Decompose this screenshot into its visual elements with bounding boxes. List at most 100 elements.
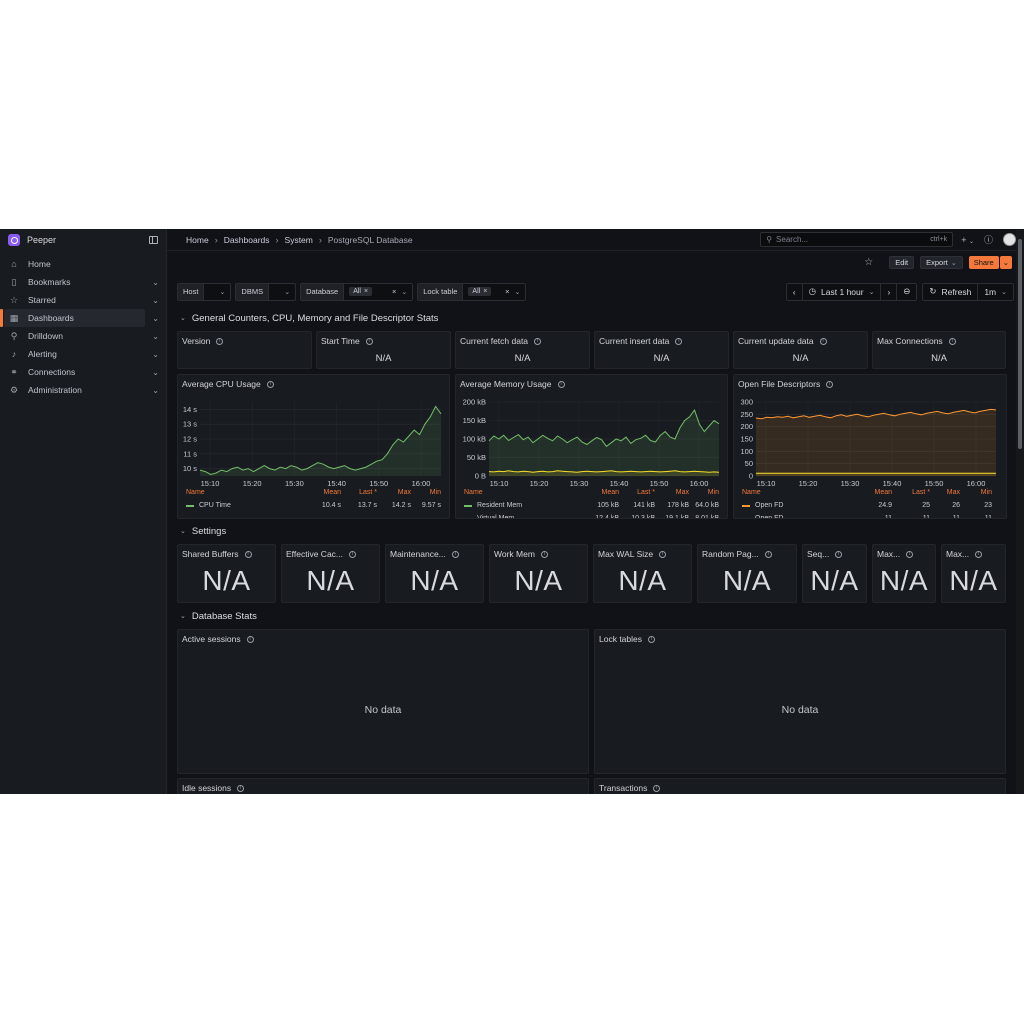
row-general[interactable]: ⌄ General Counters, CPU, Memory and File… — [180, 311, 438, 325]
info-icon[interactable]: i — [534, 337, 542, 345]
legend-header-mean[interactable]: Mean — [858, 489, 892, 496]
legend-header-last[interactable]: Last * — [341, 489, 377, 496]
info-icon[interactable]: i — [906, 550, 914, 558]
scrollbar-thumb[interactable] — [1018, 239, 1022, 449]
stat-panel[interactable]: Start Time i N/A — [316, 331, 451, 369]
legend-row[interactable]: CPU Time 10.4 s 13.7 s 14.2 s 9.57 s — [186, 499, 441, 512]
info-icon[interactable]: i — [835, 550, 843, 558]
stat-panel[interactable]: Version i — [177, 331, 312, 369]
lock-table-chip[interactable]: All × — [468, 287, 492, 296]
chevron-down-icon[interactable]: ⌄ — [152, 350, 159, 359]
info-icon[interactable]: i — [975, 550, 983, 558]
refresh-interval-select[interactable]: 1m ⌄ — [977, 283, 1013, 300]
sidebar-item-alerting[interactable]: ♪ Alerting ⌄ — [0, 345, 159, 363]
legend-header-max[interactable]: Max — [930, 489, 960, 496]
chart-panel[interactable]: Average CPU Usage i 10 s 11 s 12 s 13 s 14 s 15… — [177, 374, 450, 519]
setting-stat-panel[interactable]: Effective Cac... i N/A — [281, 544, 380, 603]
legend-header-min[interactable]: Min — [689, 489, 719, 496]
legend-row[interactable]: Open FD 24.9 25 26 23 — [742, 499, 992, 512]
legend-header-max[interactable]: Max — [655, 489, 689, 496]
setting-stat-panel[interactable]: Seq... i N/A — [802, 544, 867, 603]
chevron-down-icon[interactable]: ⌄ — [152, 314, 159, 323]
time-range-button[interactable]: ◷ Last 1 hour ⌄ — [801, 283, 881, 300]
chevron-down-icon[interactable]: ⌄ — [152, 368, 159, 377]
stat-panel[interactable]: Current update data i N/A — [733, 331, 868, 369]
legend-header-min[interactable]: Min — [411, 489, 441, 496]
info-icon[interactable]: i — [540, 550, 548, 558]
database-variable[interactable]: Database All × × ⌄ — [300, 282, 414, 301]
chevron-down-icon[interactable]: ⌄ — [152, 296, 159, 305]
close-icon[interactable]: × — [364, 288, 368, 295]
database-chip[interactable]: All × — [349, 287, 373, 296]
chevron-down-icon[interactable]: ⌄ — [152, 386, 159, 395]
sidebar-item-dashboards[interactable]: ▦ Dashboards ⌄ — [0, 309, 159, 327]
legend-header-last[interactable]: Last * — [892, 489, 930, 496]
dbms-select[interactable]: ⌄ — [269, 284, 295, 300]
dbms-variable[interactable]: DBMS ⌄ — [235, 282, 297, 301]
legend-row[interactable]: Virtual Mem 12.4 kB 10.3 kB 19.1 kB 8.01 kB — [464, 512, 719, 518]
stat-panel[interactable]: Current insert data i N/A — [594, 331, 729, 369]
chart-panel[interactable]: Average Memory Usage i 0 B 50 kB 100 kB 150 k… — [455, 374, 728, 519]
timeseries-panel[interactable]: Active sessions i No data — [177, 629, 589, 774]
legend-header-mean[interactable]: Mean — [581, 489, 619, 496]
legend-header-last[interactable]: Last * — [619, 489, 655, 496]
chart-panel[interactable]: Open File Descriptors i 0 50 100 150 200 250 300… — [733, 374, 1007, 519]
help-icon[interactable]: ⓘ — [984, 233, 993, 246]
setting-stat-panel[interactable]: Shared Buffers i N/A — [177, 544, 276, 603]
legend-header-max[interactable]: Max — [377, 489, 411, 496]
info-icon[interactable]: i — [819, 337, 827, 345]
avatar[interactable] — [1003, 233, 1016, 246]
zoom-out-icon[interactable]: ⊖ — [896, 283, 916, 300]
lock-table-select[interactable]: All × × ⌄ — [463, 284, 525, 300]
info-icon[interactable]: i — [659, 550, 667, 558]
legend-header-name[interactable]: Name — [186, 489, 303, 496]
timeseries-panel[interactable]: Lock tables i No data — [594, 629, 1006, 774]
sidebar-item-home[interactable]: ⌂ Home — [0, 255, 145, 273]
lock-table-variable[interactable]: Lock table All × × ⌄ — [417, 282, 527, 301]
row-database-stats[interactable]: ⌄ Database Stats — [180, 609, 257, 623]
share-button[interactable]: Share — [968, 256, 999, 269]
star-icon[interactable]: ☆ — [864, 257, 873, 268]
breadcrumb-home[interactable]: Home — [186, 235, 209, 245]
timeseries-panel[interactable]: Transactions i — [594, 778, 1006, 794]
legend-row[interactable]: Resident Mem 105 kB 141 kB 178 kB 64.0 kB — [464, 499, 719, 512]
sidebar-item-drilldown[interactable]: ⚲ Drilldown ⌄ — [0, 327, 159, 345]
time-forward-button[interactable]: › — [880, 283, 896, 300]
row-settings[interactable]: ⌄ Settings — [180, 524, 226, 538]
clear-icon[interactable]: × — [392, 287, 396, 296]
legend-header-name[interactable]: Name — [742, 489, 858, 496]
dock-menu-icon[interactable] — [149, 236, 158, 244]
setting-stat-panel[interactable]: Work Mem i N/A — [489, 544, 588, 603]
sidebar-item-connections[interactable]: ⚭ Connections ⌄ — [0, 363, 159, 381]
time-back-button[interactable]: ‹ — [787, 284, 802, 300]
edit-button[interactable]: Edit — [889, 256, 915, 269]
info-icon[interactable]: i — [653, 784, 661, 792]
info-icon[interactable]: i — [216, 337, 224, 345]
export-button[interactable]: Export ⌄ — [920, 256, 963, 269]
sidebar-item-bookmarks[interactable]: ▯ Bookmarks ⌄ — [0, 273, 159, 291]
setting-stat-panel[interactable]: Max WAL Size i N/A — [593, 544, 692, 603]
info-icon[interactable]: i — [675, 337, 683, 345]
sidebar-item-administration[interactable]: ⚙ Administration ⌄ — [0, 381, 159, 399]
plus-icon[interactable]: + ⌄ — [961, 235, 974, 245]
info-icon[interactable]: i — [948, 337, 956, 345]
legend-row[interactable]: Open FD 11 11 11 11 — [742, 512, 992, 518]
breadcrumb-dashboards[interactable]: Dashboards — [224, 235, 270, 245]
host-variable[interactable]: Host ⌄ — [177, 282, 232, 301]
legend-header-name[interactable]: Name — [464, 489, 581, 496]
stat-panel[interactable]: Current fetch data i N/A — [455, 331, 590, 369]
clear-icon[interactable]: × — [505, 287, 509, 296]
chevron-down-icon[interactable]: ⌄ — [152, 278, 159, 287]
info-icon[interactable]: i — [237, 784, 245, 792]
setting-stat-panel[interactable]: Max... i N/A — [872, 544, 936, 603]
search-input[interactable]: ⚲ Search... ctrl+k — [760, 232, 954, 247]
info-icon[interactable]: i — [764, 550, 772, 558]
close-icon[interactable]: × — [483, 288, 487, 295]
info-icon[interactable]: i — [246, 635, 254, 643]
refresh-button[interactable]: ↻ Refresh — [923, 284, 977, 300]
host-select[interactable]: ⌄ — [204, 284, 230, 300]
setting-stat-panel[interactable]: Random Pag... i N/A — [697, 544, 797, 603]
setting-stat-panel[interactable]: Max... i N/A — [941, 544, 1006, 603]
info-icon[interactable]: i — [451, 550, 459, 558]
database-select[interactable]: All × × ⌄ — [344, 284, 412, 300]
